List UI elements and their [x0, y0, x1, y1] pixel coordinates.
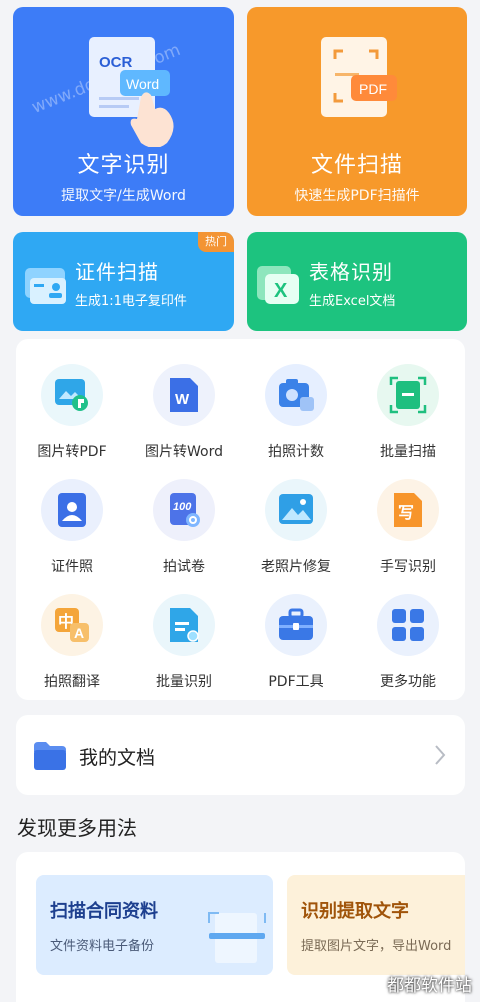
table-card-subtitle: 生成Excel文档 [309, 294, 396, 309]
chevron-right-icon [435, 745, 446, 765]
more-grid-icon [392, 609, 424, 641]
excel-letter: X [274, 280, 288, 302]
batch-recognize-icon [170, 608, 199, 642]
ocr-document-icon: OCR Word [89, 37, 174, 147]
ocr-card[interactable]: www.downxia.com OCR Word 文字识别 提取文字/生成Wor… [13, 7, 234, 216]
ocr-card-title: 文字识别 [77, 153, 170, 178]
tool-label: 更多功能 [380, 674, 436, 690]
pdf-tag-label: PDF [359, 81, 387, 97]
tool-photo-translate[interactable]: 中 A 拍照翻译 [16, 569, 128, 690]
exam-score-glyph: 100 [173, 501, 192, 513]
ocr-doc-label: OCR [99, 54, 133, 71]
scan-card-title: 文件扫描 [310, 153, 403, 178]
promo-extract-text[interactable]: 识别提取文字 提取图片文字，导出Word [287, 875, 465, 975]
id-card-icon [25, 268, 66, 304]
my-documents-row[interactable]: 我的文档 [16, 715, 465, 795]
promo-scan-contract[interactable]: 扫描合同资料 文件资料电子备份 [36, 875, 273, 975]
id-photo-icon [58, 493, 86, 527]
word-w-glyph: W [175, 391, 190, 408]
folder-icon [34, 742, 66, 770]
promo-title: 扫描合同资料 [50, 901, 158, 922]
promo-title: 识别提取文字 [301, 901, 409, 922]
translate-icon: 中 A [55, 608, 89, 642]
tool-handwriting[interactable]: 写 手写识别 [352, 454, 464, 575]
promo-subtitle: 文件资料电子备份 [50, 939, 155, 954]
table-card-title: 表格识别 [309, 260, 393, 284]
id-card-subtitle: 生成1:1电子复印件 [75, 294, 187, 309]
pdf-toolbox-icon [279, 608, 313, 640]
image-to-word-icon: W [170, 378, 198, 412]
tool-image-to-pdf[interactable]: 图片转PDF [16, 339, 128, 460]
discover-section-title: 发现更多用法 [17, 816, 137, 840]
file-scan-card[interactable]: PDF 文件扫描 快速生成PDF扫描件 [247, 7, 467, 216]
tool-more-functions[interactable]: 更多功能 [352, 569, 464, 690]
ocr-card-subtitle: 提取文字/生成Word [61, 188, 186, 204]
tool-pdf-toolbox[interactable]: PDF工具 [240, 569, 352, 690]
image-to-pdf-icon [55, 379, 88, 411]
tool-label: PDF工具 [268, 674, 324, 690]
translate-a-glyph: A [74, 625, 84, 641]
tool-batch-scan[interactable]: 批量扫描 [352, 339, 464, 460]
id-card-title: 证件扫描 [75, 260, 159, 284]
table-recognize-card[interactable]: X 表格识别 生成Excel文档 [247, 232, 467, 331]
tool-label: 拍照翻译 [44, 674, 100, 690]
tool-photo-count[interactable]: 拍照计数 [240, 339, 352, 460]
id-scan-card[interactable]: 热门 证件扫描 生成1:1电子复印件 [13, 232, 234, 331]
promo-subtitle: 提取图片文字，导出Word [301, 939, 452, 954]
tool-image-to-word[interactable]: W 图片转Word [128, 339, 240, 460]
photo-restore-icon [279, 494, 313, 524]
tool-id-photo[interactable]: 证件照 [16, 454, 128, 575]
site-watermark: 都都软件站 [387, 976, 472, 996]
tool-photo-restore[interactable]: 老照片修复 [240, 454, 352, 575]
hot-badge: 热门 [198, 232, 234, 252]
batch-scan-icon [389, 376, 427, 414]
tools-grid: 图片转PDF W 图片转Word 拍照计数 批量扫描 证件照 100 拍试卷 老… [16, 339, 465, 700]
my-documents-label: 我的文档 [79, 747, 156, 769]
scan-card-subtitle: 快速生成PDF扫描件 [294, 188, 420, 204]
photo-count-icon [279, 379, 314, 411]
word-tag-label: Word [126, 76, 159, 92]
tool-batch-recognize[interactable]: 批量识别 [128, 569, 240, 690]
handwriting-icon: 写 [394, 493, 422, 527]
tool-label: 批量识别 [156, 674, 212, 690]
handwrite-glyph: 写 [398, 503, 414, 522]
pdf-scan-icon: PDF [321, 37, 397, 117]
exam-paper-icon: 100 [170, 493, 200, 527]
scanner-illustration-icon [208, 912, 266, 963]
tool-exam-paper[interactable]: 100 拍试卷 [128, 454, 240, 575]
excel-icon: X [257, 266, 299, 304]
